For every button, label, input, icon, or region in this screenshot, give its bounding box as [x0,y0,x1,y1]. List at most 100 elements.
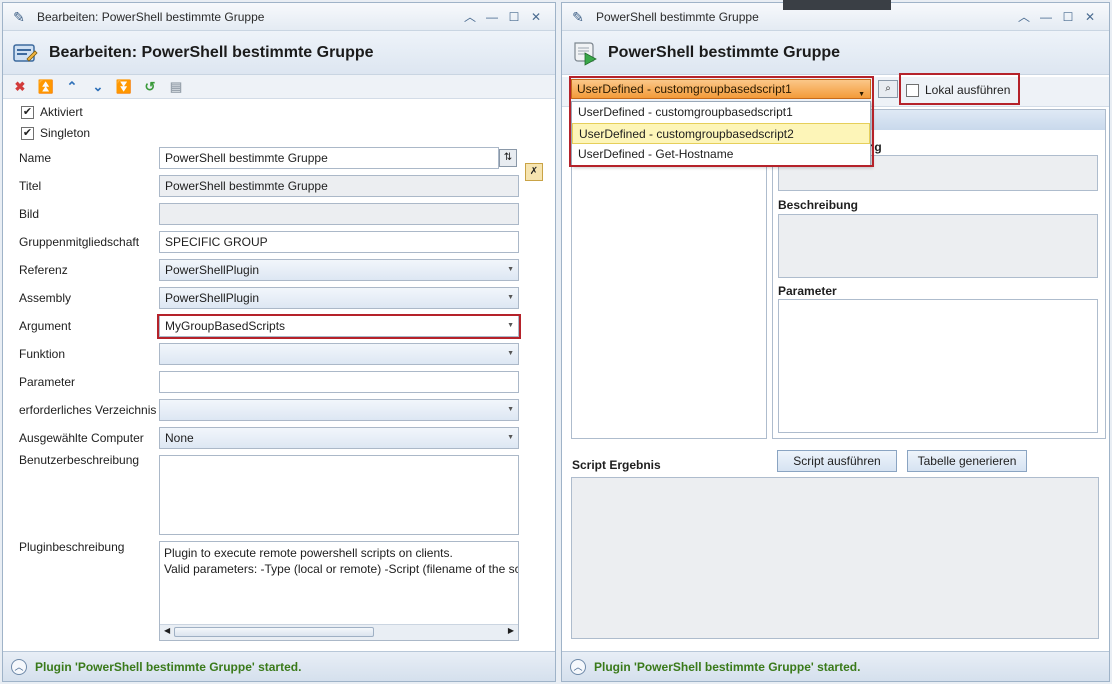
highlight-dropdown [569,76,874,167]
wrench-icon: ✎ [13,8,25,25]
computer-row: Ausgewählte Computer None ▼ [19,427,523,449]
maximize-button[interactable]: ☐ [1057,10,1079,24]
minimize-button[interactable]: — [1035,10,1057,24]
maximize-button[interactable]: ☐ [503,10,525,24]
expand-up-icon[interactable]: ︿ [11,658,27,675]
name-label: Name [19,151,52,165]
run-script-button[interactable]: Script ausführen [777,450,897,472]
referenz-row: Referenz PowerShellPlugin ▼ [19,259,523,281]
edit-pane: ✎ Bearbeiten: PowerShell bestimmte Grupp… [2,2,556,682]
script-scroll-icon [570,39,598,67]
highlight-lokal [899,73,1020,105]
move-top-icon[interactable]: ⏫ [35,77,57,97]
chevron-down-icon: ▼ [507,406,514,413]
argument-label: Argument [19,319,72,333]
move-bottom-icon[interactable]: ⏬ [113,77,135,97]
gruppe-label: Gruppenmitgliedschaft [19,235,140,249]
assembly-value: PowerShellPlugin [165,291,260,305]
aktiviert-label: Aktiviert [40,105,83,119]
horizontal-scrollbar[interactable]: ◀ ▶ [160,624,518,640]
computer-label: Ausgewählte Computer [19,431,144,445]
generate-table-button[interactable]: Tabelle generieren [907,450,1027,472]
parameter-label: Parameter [19,375,76,389]
left-statusbar: ︿ Plugin 'PowerShell bestimmte Gruppe' s… [3,651,555,681]
minimize-button[interactable]: — [481,10,503,24]
left-toolbar: ✖ ⏫ ⌃ ⌄ ⏬ ↺ ▤ [3,75,555,99]
move-up-icon[interactable]: ⌃ [61,77,83,97]
computer-value: None [165,431,194,445]
window-drag-handle[interactable] [783,0,891,10]
verzeichnis-select[interactable]: ▼ [159,399,519,421]
titel-value: PowerShell bestimmte Gruppe [165,179,328,193]
chevron-down-icon: ▼ [507,266,514,273]
powershell-pane: ✎ PowerShell bestimmte Gruppe ︿ — ☐ ✕ Po… [561,2,1110,682]
referenz-select[interactable]: PowerShellPlugin ▼ [159,259,519,281]
wrench-icon: ✎ [572,8,584,25]
collapse-button[interactable]: ︿ [1013,8,1035,25]
assembly-select[interactable]: PowerShellPlugin ▼ [159,287,519,309]
right-page-title: PowerShell bestimmte Gruppe [608,43,841,61]
clipboard-icon[interactable]: ▤ [165,77,187,97]
checkbox-mark[interactable]: ✔ [21,126,34,140]
funktion-row: Funktion ▼ [19,343,523,365]
singleton-checkbox[interactable]: ✔ Singleton [21,126,90,140]
parameter-label: Parameter [778,284,837,298]
left-header: Bearbeiten: PowerShell bestimmte Gruppe [3,31,555,75]
checkbox-mark[interactable]: ✔ [21,105,34,119]
bild-input[interactable] [159,203,519,225]
chevron-down-icon: ▼ [507,294,514,301]
close-button[interactable]: ✕ [525,10,547,24]
verzeichnis-label: erforderliches Verzeichnis [19,403,157,417]
benutzerbeschreibung-textarea[interactable] [159,455,519,535]
right-window-title: PowerShell bestimmte Gruppe [596,9,759,24]
expand-up-icon[interactable]: ︿ [570,658,586,675]
titel-label: Titel [19,179,42,193]
search-icon[interactable]: ⌕ [878,80,898,98]
name-input[interactable]: PowerShell bestimmte Gruppe [159,147,499,169]
close-button[interactable]: ✕ [1079,10,1101,24]
parameter-input[interactable] [159,371,519,393]
undo-icon[interactable]: ↺ [139,77,161,97]
clear-icon[interactable]: ✗ [525,163,543,181]
verzeichnis-row: erforderliches Verzeichnis ▼ [19,399,523,421]
scroll-left-icon[interactable]: ◀ [164,626,170,635]
script-result-box [571,477,1099,639]
funktion-select[interactable]: ▼ [159,343,519,365]
left-page-title: Bearbeiten: PowerShell bestimmte Gruppe [49,43,374,61]
name-row: Name PowerShell bestimmte Gruppe ⇅ [19,147,523,169]
aktiviert-checkbox[interactable]: ✔ Aktiviert [21,105,83,119]
gruppe-row: Gruppenmitgliedschaft SPECIFIC GROUP [19,231,523,253]
bild-label: Bild [19,207,40,221]
singleton-label: Singleton [40,126,91,140]
parameter-box[interactable] [778,299,1098,433]
assembly-label: Assembly [19,291,72,305]
move-down-icon[interactable]: ⌄ [87,77,109,97]
pluginbeschreibung-label: Pluginbeschreibung [19,540,125,554]
gruppe-value: SPECIFIC GROUP [165,235,268,249]
right-header: PowerShell bestimmte Gruppe [562,31,1109,75]
name-value: PowerShell bestimmte Gruppe [165,151,328,165]
scroll-right-icon[interactable]: ▶ [508,626,514,635]
right-status-text: Plugin 'PowerShell bestimmte Gruppe' sta… [594,659,861,674]
benutzerbeschreibung-label: Benutzerbeschreibung [19,453,140,467]
beschreibung-label: Beschreibung [778,198,859,212]
translate-button[interactable]: ⇅ [499,149,517,167]
referenz-label: Referenz [19,263,68,277]
scrollbar-thumb[interactable] [174,627,374,637]
edit-form-icon [11,39,39,67]
assembly-row: Assembly PowerShellPlugin ▼ [19,287,523,309]
computer-select[interactable]: None ▼ [159,427,519,449]
left-window-title: Bearbeiten: PowerShell bestimmte Gruppe [37,9,265,24]
beschreibung-box [778,214,1098,278]
chevron-down-icon: ▼ [507,434,514,441]
pluginbeschreibung-line1: Plugin to execute remote powershell scri… [164,546,453,560]
delete-icon[interactable]: ✖ [9,77,31,97]
gruppe-input[interactable]: SPECIFIC GROUP [159,231,519,253]
titel-input[interactable]: PowerShell bestimmte Gruppe [159,175,519,197]
right-statusbar: ︿ Plugin 'PowerShell bestimmte Gruppe' s… [562,651,1109,681]
left-status-text: Plugin 'PowerShell bestimmte Gruppe' sta… [35,659,302,674]
funktion-label: Funktion [19,347,66,361]
highlight-argument [157,314,521,339]
collapse-button[interactable]: ︿ [459,8,481,25]
referenz-value: PowerShellPlugin [165,263,260,277]
